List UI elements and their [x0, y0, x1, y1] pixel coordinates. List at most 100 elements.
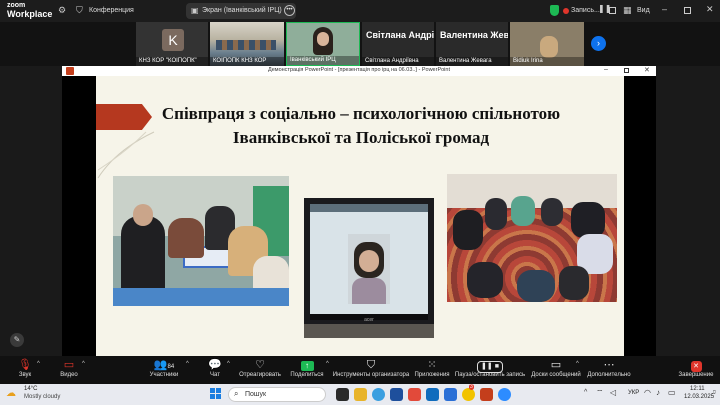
- slide-photo-meeting: [113, 176, 289, 306]
- video-label: Видео: [60, 372, 78, 378]
- language-indicator[interactable]: УКР: [628, 390, 639, 396]
- ppt-minimize-icon[interactable]: –: [604, 66, 608, 73]
- video-feed-face: [317, 32, 329, 46]
- view-label[interactable]: Вид: [637, 7, 650, 14]
- weather-temp[interactable]: 14°C: [24, 386, 37, 392]
- participant-name: Bidiuk Irina: [510, 57, 584, 66]
- microphone-muted-icon: 🎙: [18, 359, 32, 371]
- participants-button[interactable]: 👥84 Участники: [146, 358, 182, 378]
- edge-browser-icon[interactable]: [372, 388, 385, 401]
- shield-icon[interactable]: ⛉: [76, 5, 83, 16]
- chrome-icon[interactable]: 3: [462, 384, 475, 401]
- meeting-label[interactable]: Конференция: [89, 7, 134, 14]
- pause-stop-icon: ❚❚ ■: [454, 358, 526, 373]
- maximize-icon[interactable]: [684, 7, 691, 14]
- ppt-close-icon[interactable]: ✕: [644, 66, 650, 74]
- chat-label: Чат: [210, 372, 220, 378]
- powerpoint-window: Демонстрація PowerPoint - [презентація п…: [62, 66, 656, 356]
- participant-big-name: Валентина Жев...: [440, 30, 508, 40]
- slide-arrow-shape: [96, 104, 152, 130]
- mute-button[interactable]: 🎙 Звук: [10, 358, 40, 378]
- powerpoint-titlebar: Демонстрація PowerPoint - [презентація п…: [62, 66, 656, 76]
- chevron-up-icon[interactable]: ^: [186, 361, 189, 367]
- chevron-up-icon[interactable]: ^: [37, 361, 40, 367]
- zoom-taskbar-icon[interactable]: [498, 388, 511, 401]
- meeting-toolbar: 🎙 Звук ^ ▭ Видео ^ 👥84 Участники ^ 💬 Чат…: [0, 356, 720, 384]
- office-icon[interactable]: [408, 388, 421, 401]
- close-icon[interactable]: ✕: [706, 4, 714, 15]
- next-page-arrow-icon[interactable]: ›: [591, 36, 606, 51]
- whiteboard-icon: ▭: [550, 359, 562, 371]
- powerpoint-taskbar-icon[interactable]: [480, 388, 493, 401]
- outlook-icon[interactable]: [426, 388, 439, 401]
- grid-view-icon[interactable]: ▦: [623, 5, 632, 16]
- task-view-icon[interactable]: [336, 388, 349, 401]
- file-explorer-icon[interactable]: [354, 388, 367, 401]
- search-placeholder: Пошук: [245, 391, 267, 398]
- more-options-icon[interactable]: •••: [284, 5, 295, 16]
- clock-time[interactable]: 12:11: [690, 386, 705, 392]
- speaker-icon[interactable]: ◁: [610, 388, 616, 397]
- slide-title: Співпраця з соціально – психологічною сп…: [161, 104, 561, 147]
- share-button[interactable]: ↑ Поделиться: [290, 358, 324, 378]
- recording-label[interactable]: Запись...: [571, 7, 600, 14]
- participant-big-name: Світлана Андрії...: [366, 30, 434, 40]
- pencil-icon[interactable]: ✎: [10, 333, 24, 347]
- chevron-up-icon[interactable]: ^: [584, 389, 587, 396]
- participants-count: 84: [167, 364, 175, 370]
- participant-tile[interactable]: КОІПОПК КНЗ КОР: [210, 22, 284, 66]
- chevron-up-icon[interactable]: ^: [326, 361, 329, 367]
- screen-share-icon: ▣: [191, 6, 199, 15]
- word-icon[interactable]: [444, 388, 457, 401]
- chat-button[interactable]: 💬 Чат: [202, 358, 228, 378]
- more-label: Дополнительно: [587, 372, 631, 378]
- end-meeting-label: Завершение: [678, 372, 714, 378]
- chevron-up-icon[interactable]: ^: [576, 361, 579, 367]
- participant-tile-active[interactable]: Іванківський ІРЦ: [286, 22, 360, 66]
- windows-taskbar: ☁ 14°C Mostly cloudy ⌕ Пошук 3 ^ ⌔ ◁ УКР…: [0, 384, 720, 405]
- gear-icon[interactable]: ⚙: [58, 5, 66, 16]
- stop-recording-icon[interactable]: [609, 7, 616, 14]
- clock-date[interactable]: 12.03.2025: [684, 394, 714, 400]
- chevron-up-icon[interactable]: ^: [227, 361, 230, 367]
- participant-tile[interactable]: Bidiuk Irina: [510, 22, 584, 66]
- apps-grid-icon: ⁙: [427, 359, 437, 371]
- participant-name: КНЗ КОР "КОІПОПК": [136, 57, 208, 66]
- apps-button[interactable]: ⁙ Приложения: [414, 358, 450, 378]
- pause-record-button[interactable]: ❚❚ ■ Пауза/остановить запись: [454, 358, 526, 378]
- windows-start-icon[interactable]: [210, 388, 222, 400]
- taskbar-search[interactable]: ⌕ Пошук: [228, 387, 326, 402]
- host-tools-button[interactable]: ⛉ Инструменты организатора: [332, 358, 410, 378]
- video-feed-image: [216, 40, 276, 50]
- more-button[interactable]: ⋯ Дополнительно: [586, 358, 632, 378]
- end-call-icon: ✕: [676, 358, 716, 372]
- participant-tile[interactable]: Світлана Андрії... Світлана Андріївна: [362, 22, 434, 66]
- slide-photo-monitor: acer: [304, 198, 434, 338]
- video-camera-off-icon: ▭: [63, 359, 75, 371]
- video-button[interactable]: ▭ Видео: [54, 358, 84, 378]
- wifi-icon[interactable]: ◠: [644, 388, 651, 397]
- participants-icon: 👥84: [153, 359, 175, 371]
- volume-icon[interactable]: ♪: [656, 388, 660, 397]
- participant-tile[interactable]: Валентина Жев... Валентина Жевага: [436, 22, 508, 66]
- participant-tile[interactable]: K КНЗ КОР "КОІПОПК": [136, 22, 208, 66]
- security-shield-icon[interactable]: [550, 5, 559, 16]
- heart-icon: ♡: [255, 359, 265, 371]
- chevron-up-icon[interactable]: ^: [82, 361, 85, 367]
- participant-name: Світлана Андріївна: [362, 57, 434, 66]
- ppt-restore-icon[interactable]: [624, 68, 629, 73]
- weather-desc[interactable]: Mostly cloudy: [24, 394, 60, 400]
- store-icon[interactable]: [390, 388, 403, 401]
- react-button[interactable]: ♡ Отреагировать: [238, 358, 282, 378]
- battery-icon[interactable]: ▭: [668, 388, 676, 397]
- notifications-bell-icon[interactable]: ♫: [711, 389, 716, 396]
- minimize-icon[interactable]: –: [662, 4, 667, 14]
- monitor-brand: acer: [364, 317, 374, 323]
- participants-label: Участники: [149, 372, 179, 378]
- whiteboards-button[interactable]: ▭ Доски сообщений: [530, 358, 582, 378]
- whiteboards-label: Доски сообщений: [531, 372, 581, 378]
- end-meeting-button[interactable]: ✕ Завершение: [676, 358, 716, 378]
- participant-name: Іванківський ІРЦ: [287, 56, 359, 65]
- network-icon[interactable]: ⌔: [596, 388, 604, 398]
- screen-share-pill[interactable]: ▣ Экран (Іванківський ІРЦ) •••: [186, 3, 296, 19]
